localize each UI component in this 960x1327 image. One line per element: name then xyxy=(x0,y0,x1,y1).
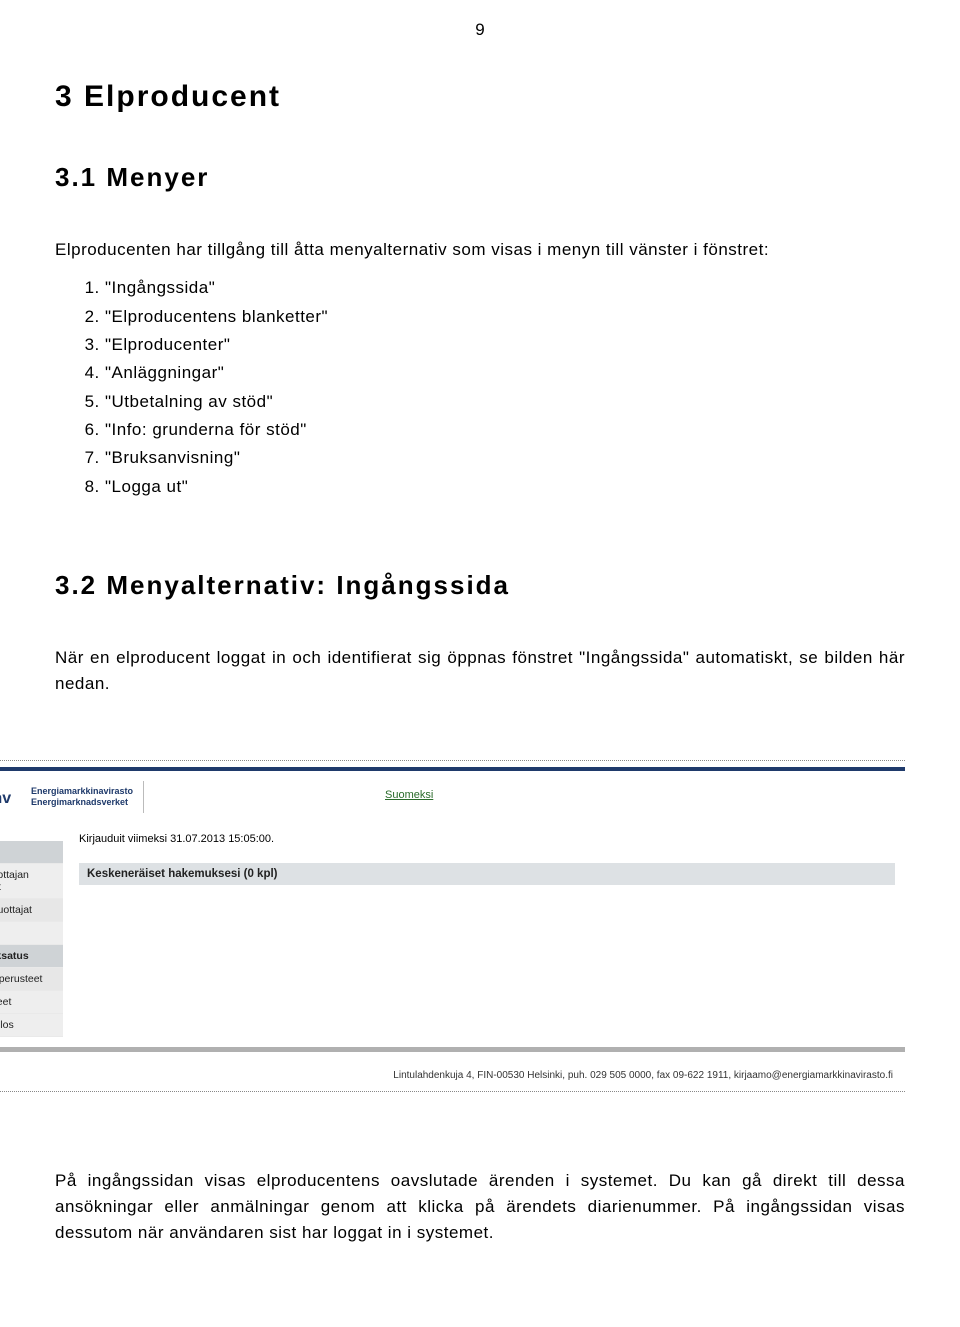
page-number: 9 xyxy=(55,20,905,40)
main-pane: Kirjauduit viimeksi 31.07.2013 15:05:00.… xyxy=(63,819,905,1037)
sidebar-item-kirjaudu-ulos[interactable]: Kirjaudu ulos xyxy=(0,1014,63,1037)
menu-list: "Ingångssida" "Elproducentens blanketter… xyxy=(55,275,905,500)
dotted-divider xyxy=(0,1091,905,1092)
heading-1: 3 Elproducent xyxy=(55,80,905,114)
heading-2-ingangssida: 3.2 Menyalternativ: Ingångssida xyxy=(55,570,905,601)
menu-item: "Ingångssida" xyxy=(105,275,905,301)
logo: mv Energiamarkkinavirasto Energimarknads… xyxy=(0,781,144,813)
svg-text:mv: mv xyxy=(0,790,11,807)
sidebar: testuser Etusivu Sähköntuottajan lomakke… xyxy=(0,819,63,1037)
embedded-screenshot: mv Energiamarkkinavirasto Energimarknads… xyxy=(0,760,905,1092)
sidebar-item-tuen-maksatus[interactable]: Tuen maksatus xyxy=(0,945,63,968)
sidebar-item-kayttoohjeet[interactable]: Käyttöohjeet xyxy=(0,991,63,1014)
menu-item: "Elproducentens blanketter" xyxy=(105,304,905,330)
menu-item: "Logga ut" xyxy=(105,474,905,500)
para-ingangssida: När en elproducent loggat in och identif… xyxy=(55,645,905,698)
menu-item: "Elproducenter" xyxy=(105,332,905,358)
sidebar-item-info[interactable]: Info: tukiperusteet xyxy=(0,968,63,991)
app-header: mv Energiamarkkinavirasto Energimarknads… xyxy=(0,771,905,819)
sidebar-item-sahkontuottajat[interactable]: Sähköntuottajat xyxy=(0,899,63,922)
last-login-text: Kirjauduit viimeksi 31.07.2013 15:05:00. xyxy=(79,825,895,863)
sidebar-item-lomakkeet[interactable]: Sähköntuottajan lomakkeet xyxy=(0,864,63,899)
heading-2-menyer: 3.1 Menyer xyxy=(55,162,905,193)
logo-text-line1: Energiamarkkinavirasto xyxy=(31,786,133,796)
menu-item: "Anläggningar" xyxy=(105,360,905,386)
footer-contact: Lintulahdenkuja 4, FIN-00530 Helsinki, p… xyxy=(0,1052,905,1085)
para-after-screenshot: På ingångssidan visas elproducentens oav… xyxy=(55,1168,905,1247)
intro-paragraph: Elproducenten har tillgång till åtta men… xyxy=(55,237,905,263)
pending-applications-bar: Keskeneräiset hakemuksesi (0 kpl) xyxy=(79,863,895,885)
logo-icon: mv xyxy=(0,781,25,813)
logo-text-line2: Energimarknadsverket xyxy=(31,797,128,807)
username-label: testuser xyxy=(0,819,63,841)
menu-item: "Utbetalning av stöd" xyxy=(105,389,905,415)
menu-item: "Info: grunderna för stöd" xyxy=(105,417,905,443)
sidebar-item-etusivu[interactable]: Etusivu xyxy=(0,841,63,864)
menu-item: "Bruksanvisning" xyxy=(105,445,905,471)
sidebar-item-laitokset[interactable]: Laitokset xyxy=(0,922,63,945)
dotted-divider xyxy=(0,760,905,761)
language-link[interactable]: Suomeksi xyxy=(385,789,433,801)
